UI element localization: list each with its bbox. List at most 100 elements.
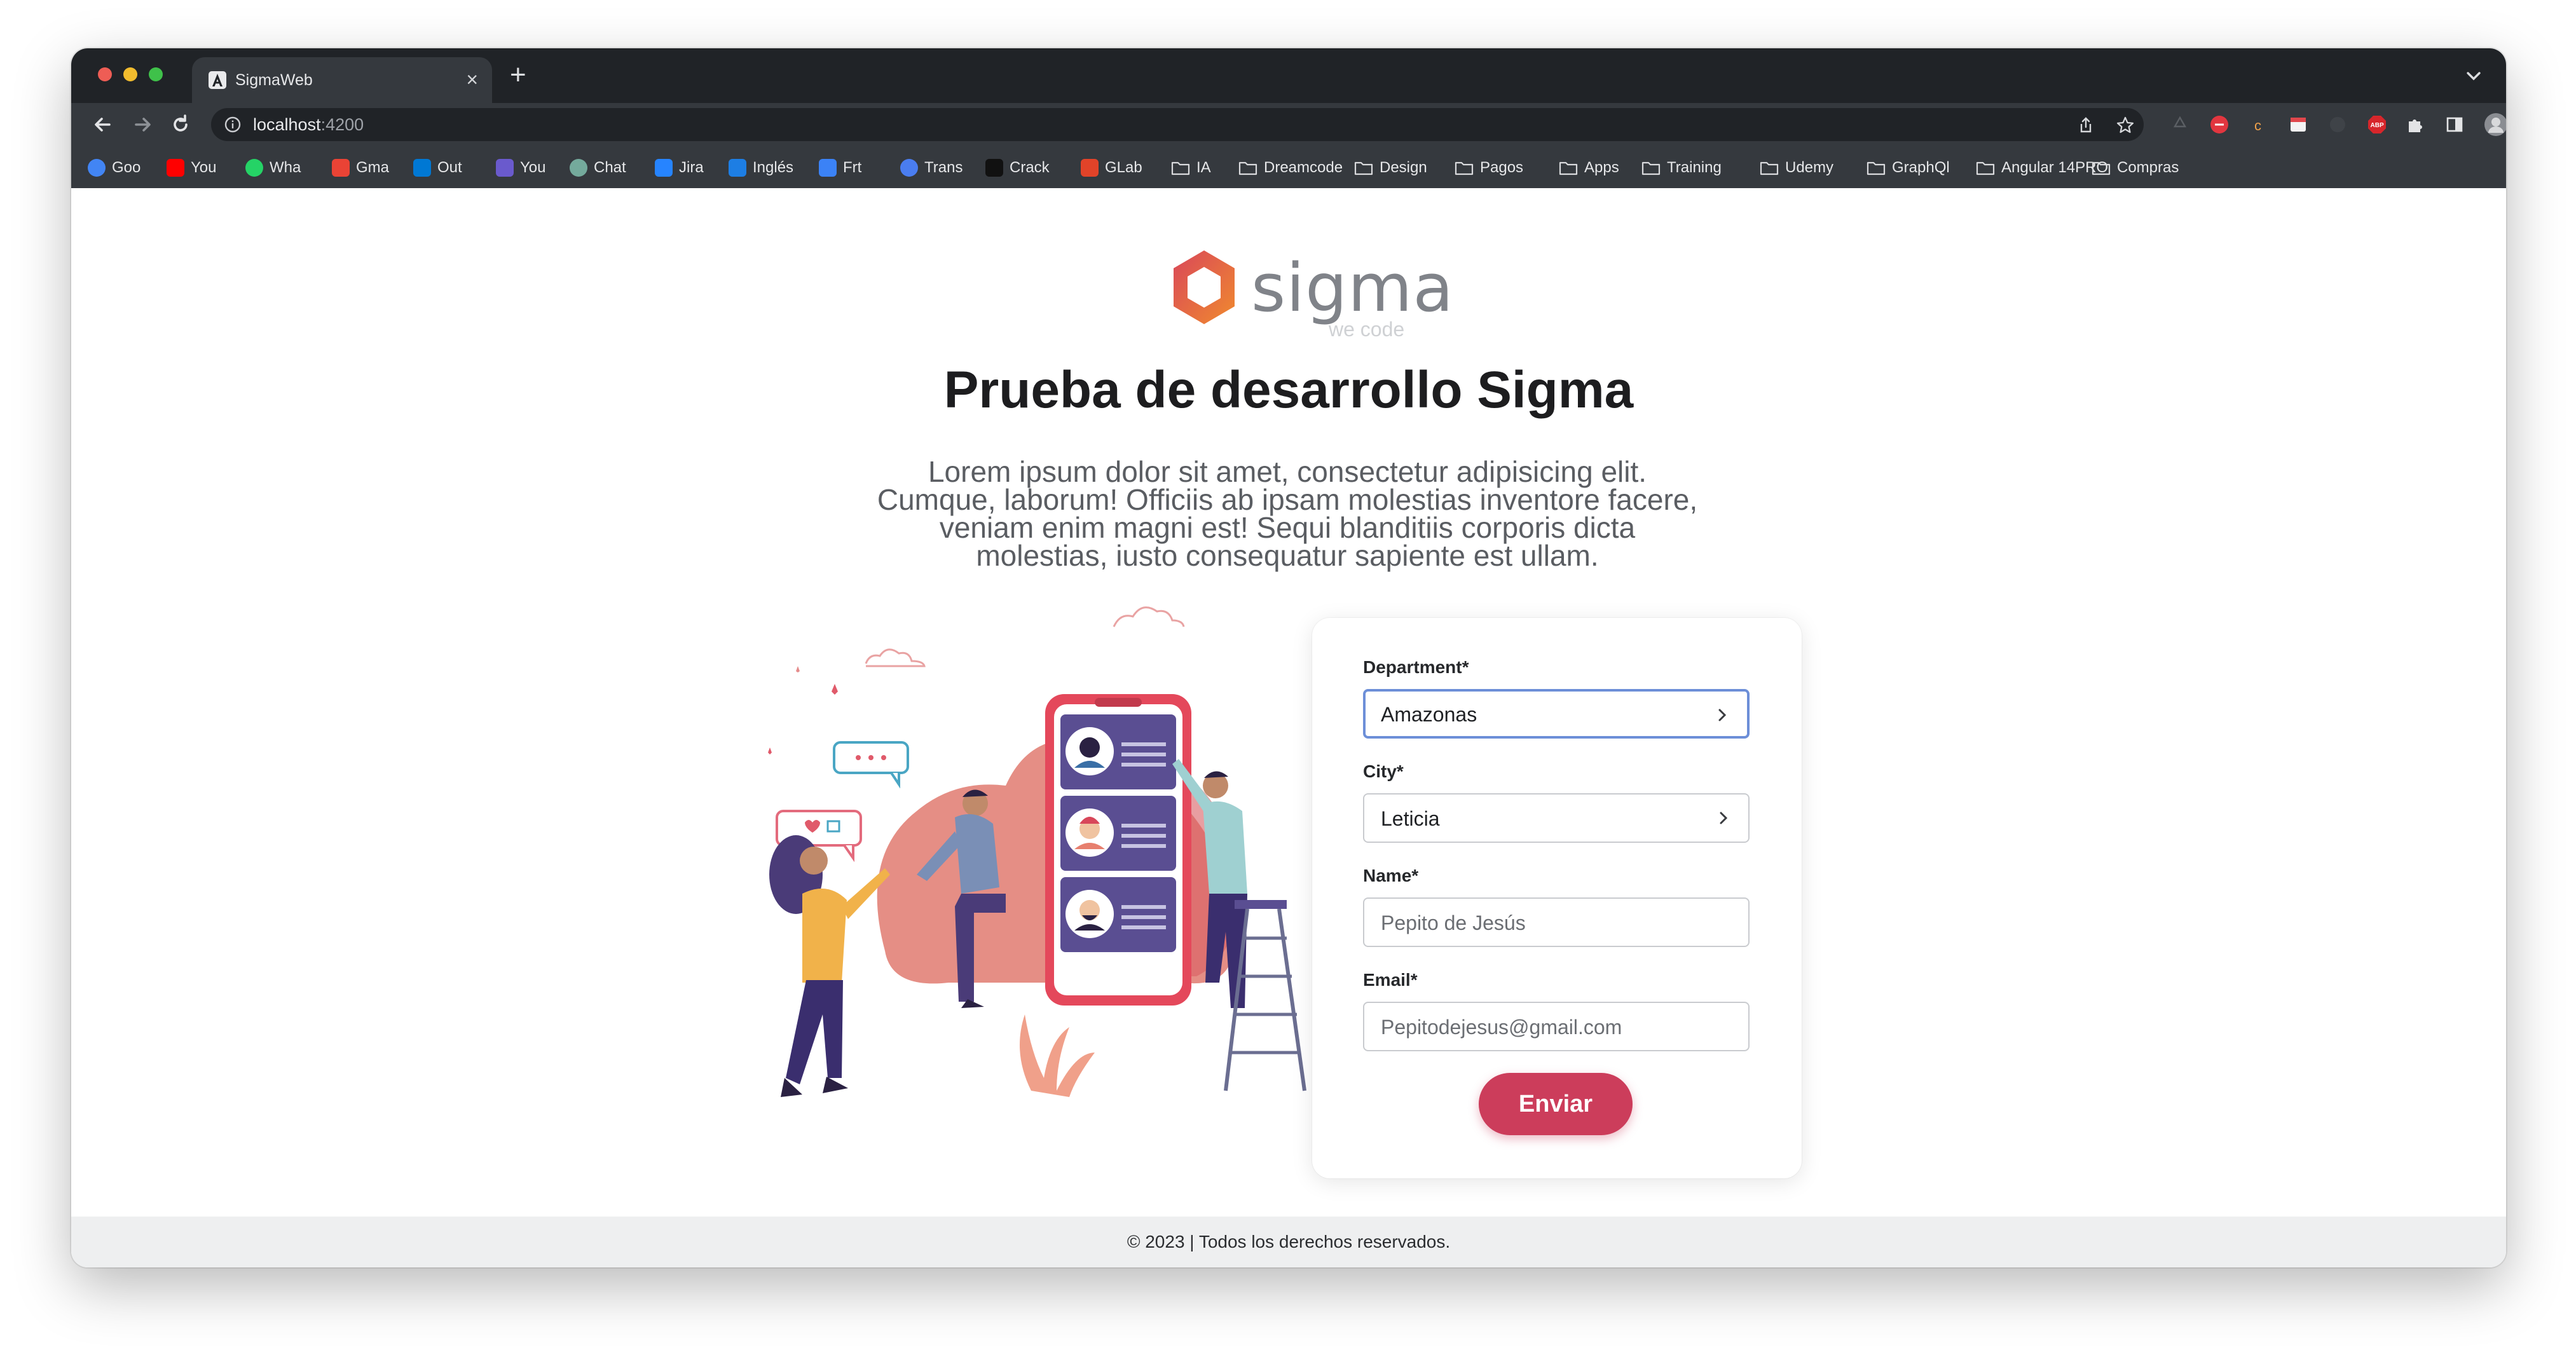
bookmark-label: Udemy (1785, 159, 1834, 176)
browser-window: SigmaWeb × + localhost:4200 c ABP Goo Yo… (71, 48, 2506, 1267)
logo-tagline: we code (1329, 318, 1405, 341)
page-description: Lorem ipsum dolor sit amet, consectetur … (877, 455, 1698, 572)
jc-icon (985, 159, 1003, 177)
gitlab-icon (1081, 159, 1099, 177)
bookmark-label: Out (437, 159, 462, 176)
bookmark-item[interactable]: Dreamcode (1238, 158, 1343, 177)
bookmark-item[interactable]: Wha (245, 158, 301, 177)
bookmark-item[interactable]: Apps (1559, 158, 1619, 177)
bookmark-label: Goo (112, 159, 141, 176)
bookmark-item[interactable]: Trans (900, 158, 963, 177)
jira-icon (655, 159, 673, 177)
outlook-icon (413, 159, 431, 177)
name-input[interactable]: Pepito de Jesús (1363, 897, 1750, 947)
bookmark-label: Design (1380, 159, 1427, 176)
minimize-window-button[interactable] (123, 67, 137, 81)
bookmarks-bar: Goo You Wha Gma Out You Chat Jira Inglés Frt Trans… (71, 146, 2506, 188)
department-label: Department* (1363, 657, 1469, 677)
bookmark-label: Crack (1010, 159, 1050, 176)
submit-button[interactable]: Enviar (1479, 1073, 1633, 1135)
bookmark-item[interactable]: Chat (570, 158, 626, 177)
tab-close-icon[interactable]: × (466, 69, 478, 90)
email-input[interactable]: Pepitodejesus@gmail.com (1363, 1002, 1750, 1051)
tab-sigmaweb[interactable]: SigmaWeb × (192, 57, 492, 103)
extension-red-icon[interactable] (2209, 114, 2230, 135)
back-icon[interactable] (90, 112, 116, 137)
folder-icon (1867, 161, 1886, 175)
bookmark-item[interactable]: You (496, 158, 546, 177)
maximize-window-button[interactable] (149, 67, 163, 81)
whatsapp-icon (245, 159, 263, 177)
bookmark-label: Training (1667, 159, 1722, 176)
youtube-icon (167, 159, 184, 177)
chevron-right-icon (1720, 812, 1728, 824)
bookmark-item[interactable]: Jira (655, 158, 704, 177)
bookmark-item[interactable]: GraphQl (1867, 158, 1950, 177)
department-select[interactable]: Amazonas (1363, 689, 1750, 739)
bookmark-label: Wha (270, 159, 301, 176)
city-label: City* (1363, 761, 1404, 781)
page-content: sigma we code Prueba de desarrollo Sigma… (71, 188, 2506, 1267)
bookmark-item[interactable]: Training (1641, 158, 1722, 177)
bookmark-label: IA (1196, 159, 1211, 176)
extension-calendar-icon[interactable] (2287, 114, 2309, 135)
bookmark-label: Pagos (1480, 159, 1524, 176)
department-value: Amazonas (1381, 703, 1477, 726)
forward-icon[interactable] (130, 112, 155, 137)
page-footer: © 2023 | Todos los derechos reservados. (71, 1217, 2506, 1267)
extension-dark-icon[interactable] (2327, 114, 2348, 135)
bookmark-label: Apps (1584, 159, 1619, 176)
bookmark-item[interactable]: Compras (2092, 158, 2179, 177)
bookmark-item[interactable]: Pagos (1455, 158, 1523, 177)
bookmark-item[interactable]: Out (413, 158, 462, 177)
bookmark-item[interactable]: Gma (332, 158, 389, 177)
bookmark-label: GraphQl (1892, 159, 1950, 176)
bookmark-item[interactable]: Crack (985, 158, 1050, 177)
bookmark-item[interactable]: Goo (88, 158, 140, 177)
google-icon (88, 159, 106, 177)
email-label: Email* (1363, 970, 1418, 990)
city-value: Leticia (1381, 807, 1440, 830)
chevron-right-icon (1718, 709, 1727, 721)
reload-icon[interactable] (168, 112, 193, 137)
bookmark-label: Frt (843, 159, 862, 176)
close-window-button[interactable] (98, 67, 112, 81)
translate-icon (900, 159, 918, 177)
city-select[interactable]: Leticia (1363, 793, 1750, 843)
copyright-text: © 2023 | Todos los derechos reservados. (1127, 1232, 1451, 1251)
extension-c-icon[interactable]: c (2248, 114, 2270, 135)
tab-strip: SigmaWeb × + (71, 48, 2506, 103)
bookmark-item[interactable]: Frt (819, 158, 861, 177)
bookmark-label: Jira (679, 159, 704, 176)
bookmark-item[interactable]: GLab (1081, 158, 1142, 177)
extensions-puzzle-icon[interactable] (2404, 114, 2426, 135)
bookmark-label: Inglés (753, 159, 794, 176)
folder-icon (1976, 161, 1995, 175)
bookmark-item[interactable]: IA (1171, 158, 1211, 177)
ef-icon (729, 159, 746, 177)
address-bar[interactable]: localhost:4200 (211, 108, 2144, 141)
bookmark-item[interactable]: You (167, 158, 217, 177)
email-placeholder: Pepitodejesus@gmail.com (1381, 1016, 1622, 1039)
svg-text:c: c (2254, 118, 2261, 133)
site-info-icon[interactable] (224, 116, 242, 133)
chevron-down-icon[interactable] (2463, 65, 2484, 86)
adblock-icon[interactable]: ABP (2366, 114, 2388, 135)
folder-icon (1171, 161, 1190, 175)
name-label: Name* (1363, 866, 1419, 885)
bookmark-item[interactable]: Angular 14PRO (1976, 158, 2108, 177)
bookmark-item[interactable]: Udemy (1760, 158, 1833, 177)
share-icon[interactable] (2076, 116, 2095, 135)
new-tab-button[interactable]: + (510, 61, 526, 89)
name-placeholder: Pepito de Jesús (1381, 911, 1526, 934)
bookmark-item[interactable]: Inglés (729, 158, 793, 177)
bookmark-label: Chat (594, 159, 626, 176)
svg-text:ABP: ABP (2371, 122, 2384, 129)
extension-recycle-icon[interactable] (2169, 114, 2191, 135)
bookmark-label: GLab (1105, 159, 1142, 176)
profile-avatar[interactable] (2483, 112, 2506, 137)
bookmark-item[interactable]: Design (1354, 158, 1427, 177)
bookmark-label: You (520, 159, 546, 176)
bookmark-star-icon[interactable] (2116, 116, 2135, 135)
side-panel-icon[interactable] (2444, 114, 2465, 135)
